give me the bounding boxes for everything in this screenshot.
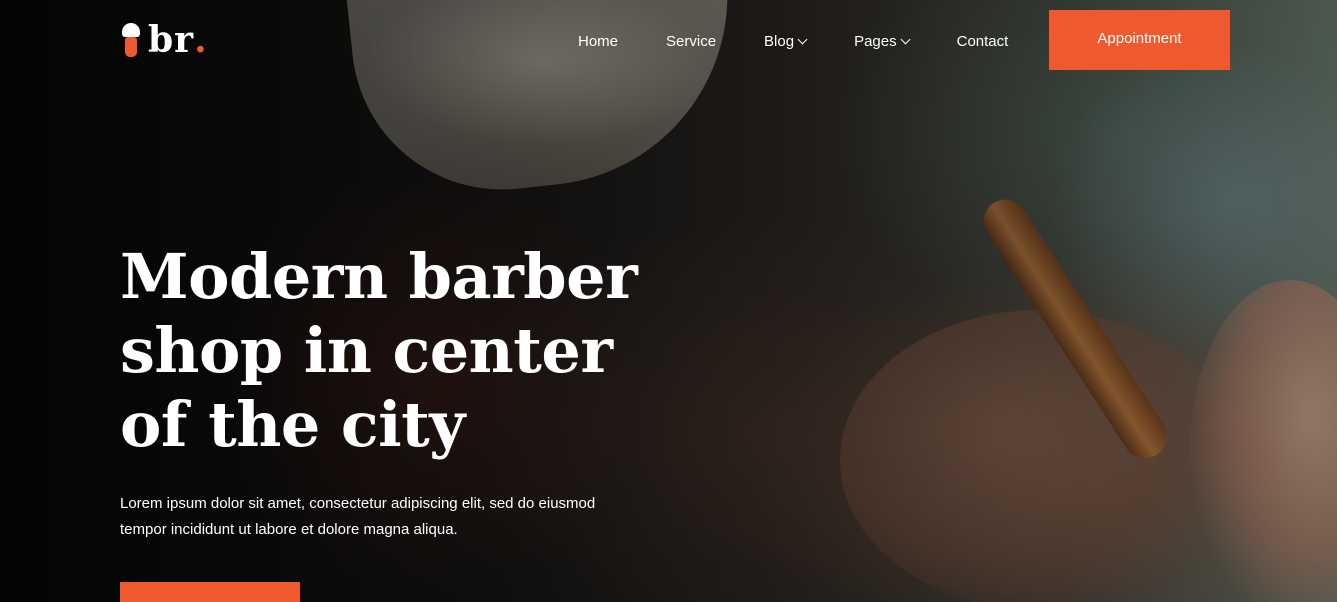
hero-headline-line: of the city	[120, 388, 465, 461]
nav-item-home[interactable]: Home	[578, 33, 618, 50]
nav-item-label: Contact	[956, 32, 1009, 50]
hero-cta-button[interactable]	[120, 582, 300, 602]
chevron-down-icon	[797, 34, 808, 45]
hero-headline-line: shop in center	[120, 314, 613, 387]
nav-item-label: Home	[578, 32, 619, 50]
nav-item-label: Service	[666, 32, 717, 50]
nav-item-contact[interactable]: Contact	[957, 33, 1009, 50]
appointment-button[interactable]: Appointment	[1049, 10, 1230, 70]
hero-headline-line: Modern barber	[120, 240, 638, 313]
nav-item-label: Pages	[854, 32, 897, 50]
hero-headline: Modern barber shop in center of the city	[120, 240, 680, 462]
nav-item-pages[interactable]: Pages	[854, 32, 911, 50]
hero-description: Lorem ipsum dolor sit amet, consectetur …	[120, 495, 596, 538]
logo-dot: .	[194, 19, 207, 61]
nav-item-service[interactable]: Service	[666, 33, 716, 50]
nav-item-label: Blog	[764, 32, 795, 50]
main-navigation: Home Service Blog Pages Contact	[578, 30, 1008, 52]
nav-item-blog[interactable]: Blog	[764, 32, 808, 50]
chevron-down-icon	[900, 34, 911, 45]
site-logo[interactable]: br .	[120, 20, 207, 60]
shaving-brush-icon	[120, 21, 142, 59]
logo-text: br	[148, 19, 195, 61]
